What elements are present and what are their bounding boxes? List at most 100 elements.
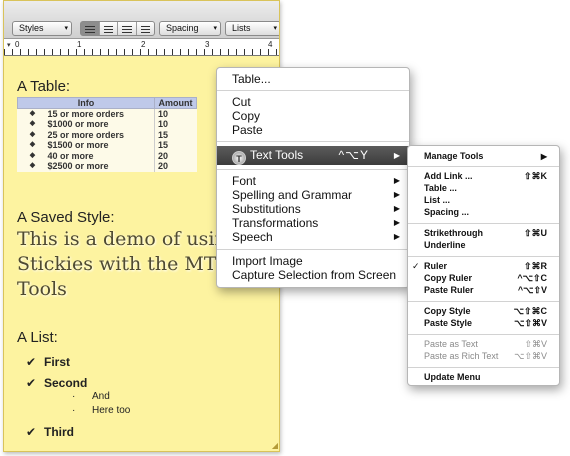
submenu-item-label: Paste Style: [424, 318, 473, 328]
table-heading: A Table:: [17, 78, 71, 95]
table-row: ◆ 40 or more 20: [18, 150, 197, 161]
submenu-item-ruler[interactable]: ✓ Ruler ⇧⌘R: [408, 261, 559, 272]
sub-list-item-label: And: [92, 391, 110, 402]
submenu-item-manage-tools[interactable]: Manage Tools ▶: [408, 151, 559, 162]
format-toolbar: Styles ▾ Spacing ▾ Lists ▾: [4, 1, 279, 39]
submenu-arrow-icon: ▶: [540, 152, 547, 161]
submenu-item-list[interactable]: List ...: [408, 195, 559, 206]
menu-separator: [408, 301, 559, 302]
styles-popup-label: Styles: [19, 23, 44, 33]
menu-item-text-tools[interactable]: T Text Tools ^⌥Y ▶: [217, 146, 409, 165]
menu-item-substitutions[interactable]: Substitutions ▶: [217, 202, 409, 216]
table-cell-info: $1500 or more: [47, 140, 109, 151]
menu-item-paste[interactable]: Paste: [217, 123, 409, 137]
menu-separator: [217, 249, 409, 250]
menu-separator: [408, 166, 559, 167]
submenu-item-label: Paste as Rich Text: [424, 351, 499, 361]
updown-arrows-icon: ▾: [213, 25, 217, 32]
tab-stop-marker-icon[interactable]: ▾: [7, 41, 11, 49]
menu-item-speech[interactable]: Speech ▶: [217, 230, 409, 244]
menu-item-label: Text Tools: [250, 148, 304, 162]
updown-arrows-icon: ▾: [64, 25, 68, 32]
submenu-item-paste-ruler[interactable]: Paste Ruler ^⌥⇧V: [408, 285, 559, 296]
menu-separator: [217, 141, 409, 142]
dot-bullet-icon: ·: [72, 405, 76, 416]
submenu-item-paste-style[interactable]: Paste Style ⌥⇧⌘V: [408, 318, 559, 329]
submenu-item-spacing[interactable]: Spacing ...: [408, 207, 559, 218]
ruler-number: 3: [205, 40, 210, 49]
submenu-arrow-icon: ▶: [393, 190, 400, 199]
submenu-arrow-icon: ▶: [393, 218, 400, 227]
diamond-bullet-icon: ◆: [29, 110, 36, 117]
alignment-segmented-control: [80, 21, 155, 36]
ruler-ticks: [4, 49, 279, 55]
submenu-item-label: Paste as Text: [424, 339, 478, 349]
menu-item-capture-selection[interactable]: Capture Selection from Screen: [217, 268, 409, 282]
table-cell-amount: 10: [154, 119, 197, 130]
menu-item-import-image[interactable]: Import Image: [217, 254, 409, 268]
sub-list-item-label: Here too: [92, 405, 131, 416]
submenu-item-copy-style[interactable]: Copy Style ⌥⇧⌘C: [408, 306, 559, 317]
menu-item-transformations[interactable]: Transformations ▶: [217, 216, 409, 230]
submenu-item-underline[interactable]: Underline: [408, 240, 559, 251]
diamond-bullet-icon: ◆: [29, 120, 36, 128]
dot-bullet-icon: ·: [72, 391, 76, 402]
menu-item-copy[interactable]: Copy: [217, 109, 409, 123]
ruler[interactable]: ▾ 0 1 2 3 4: [4, 39, 279, 56]
menu-separator: [408, 256, 559, 257]
menu-item-table[interactable]: Table...: [217, 72, 409, 86]
lists-popup[interactable]: Lists ▾: [225, 21, 279, 36]
context-menu: Table... Cut Copy Paste T Text Tools ^⌥Y …: [216, 67, 410, 288]
submenu-arrow-icon: ▶: [393, 204, 400, 213]
styles-popup[interactable]: Styles ▾: [12, 21, 72, 36]
submenu-arrow-icon: ▶: [393, 176, 400, 185]
align-right-icon[interactable]: [118, 22, 137, 35]
submenu-item-update-menu[interactable]: Update Menu: [408, 372, 559, 383]
info-table: Info Amount ◆ 15 or more orders 10 ◆ $10…: [17, 97, 197, 172]
submenu-item-label: Copy Ruler: [424, 273, 473, 283]
table-cell-amount: 20: [154, 150, 197, 161]
table-row: ◆ 25 or more orders 15: [18, 129, 197, 140]
submenu-item-label: Ruler: [424, 261, 448, 271]
align-center-icon[interactable]: [100, 22, 118, 35]
list-item-label: First: [44, 355, 71, 369]
list-item-label: Third: [44, 425, 74, 439]
menu-separator: [217, 169, 409, 170]
menu-shortcut: ⌥⇧⌘C: [513, 306, 547, 316]
ruler-number: 2: [141, 40, 146, 49]
sub-list-item: · Here too: [72, 405, 130, 416]
align-justify-icon[interactable]: [137, 22, 155, 35]
list-item-label: Second: [44, 376, 88, 390]
menu-shortcut: ⇧⌘V: [524, 339, 547, 349]
list-item: ✔ Second: [26, 376, 87, 390]
table-cell-amount: 10: [154, 108, 197, 119]
table-cell-info: 40 or more: [47, 150, 94, 161]
checkmark-icon: ✔: [26, 355, 37, 369]
align-left-icon[interactable]: [81, 22, 100, 35]
menu-separator: [408, 367, 559, 368]
submenu-item-table[interactable]: Table ...: [408, 183, 559, 194]
menu-shortcut: ⇧⌘R: [523, 261, 547, 271]
menu-item-font[interactable]: Font ▶: [217, 174, 409, 188]
submenu-item-paste-as-text: Paste as Text ⇧⌘V: [408, 339, 559, 350]
submenu-item-add-link[interactable]: Add Link ... ⇧⌘K: [408, 171, 559, 182]
diamond-bullet-icon: ◆: [29, 141, 36, 149]
submenu-item-label: Copy Style: [424, 306, 471, 316]
updown-arrows-icon: ▾: [273, 25, 277, 32]
diamond-bullet-icon: ◆: [29, 130, 36, 138]
list-item: ✔ Third: [26, 425, 74, 439]
resize-grip-icon[interactable]: ◢: [272, 441, 278, 450]
menu-item-spelling[interactable]: Spelling and Grammar ▶: [217, 188, 409, 202]
sub-list-item: · And: [72, 391, 110, 402]
menu-shortcut: ⌥⇧⌘V: [514, 318, 547, 328]
menu-separator: [217, 90, 409, 91]
menu-item-label: Speech: [232, 230, 273, 244]
submenu-item-strikethrough[interactable]: Strikethrough ⇧⌘U: [408, 228, 559, 239]
table-row: ◆ $1500 or more 15: [18, 140, 197, 151]
submenu-item-copy-ruler[interactable]: Copy Ruler ^⌥⇧C: [408, 273, 559, 284]
diamond-bullet-icon: ◆: [29, 151, 36, 159]
table-cell-info: $2500 or more: [47, 161, 109, 172]
menu-shortcut: ^⌥⇧V: [517, 285, 547, 295]
menu-item-cut[interactable]: Cut: [217, 95, 409, 109]
spacing-popup[interactable]: Spacing ▾: [159, 21, 221, 36]
